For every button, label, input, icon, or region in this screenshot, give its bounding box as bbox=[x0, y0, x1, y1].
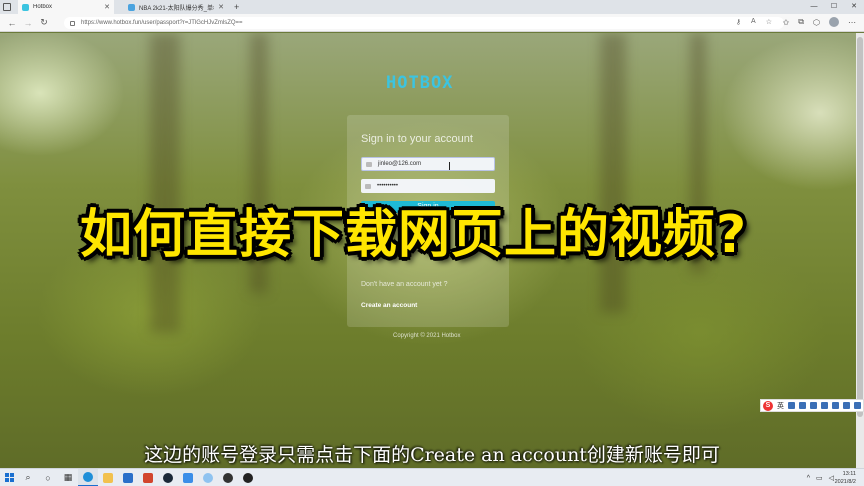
clock[interactable]: 13:11 2021/8/2 bbox=[835, 470, 856, 486]
explorer-icon[interactable] bbox=[98, 469, 118, 486]
favorites-icon[interactable]: ✩ bbox=[783, 18, 790, 27]
mail-icon[interactable] bbox=[118, 469, 138, 486]
tab-hotbox[interactable]: Hotbox ✕ bbox=[18, 0, 114, 14]
task-view-icon[interactable]: ○ bbox=[38, 469, 58, 486]
app2-icon[interactable] bbox=[238, 469, 258, 486]
powerpoint-icon[interactable] bbox=[138, 469, 158, 486]
create-account-link[interactable]: Create an account bbox=[361, 302, 417, 309]
video-subtitle: 这边的账号登录只需点击下面的Create an account创建新账号即可 bbox=[144, 444, 720, 466]
copyright-text: Copyright © 2021 Hotbox bbox=[393, 333, 461, 339]
more-icon[interactable]: ⋯ bbox=[848, 18, 856, 27]
tab-label: NBA 2k21-太阳队爆分秀_单机游 bbox=[139, 5, 214, 12]
tab-nba[interactable]: NBA 2k21-太阳队爆分秀_单机游 ✕ bbox=[124, 0, 228, 14]
mail-icon bbox=[366, 161, 372, 167]
read-aloud-icon[interactable]: A bbox=[751, 18, 756, 26]
url-input[interactable]: https://www.hotbox.fun/user/passport?r=J… bbox=[64, 17, 784, 29]
background-tree bbox=[150, 33, 180, 333]
password-field[interactable]: •••••••••• bbox=[361, 179, 495, 193]
scrollbar-thumb[interactable] bbox=[857, 37, 863, 417]
close-icon[interactable]: ✕ bbox=[104, 3, 110, 11]
system-tray: ^ ▭ ◁ bbox=[807, 469, 834, 486]
close-window-button[interactable]: ✕ bbox=[844, 0, 864, 14]
clock-time: 13:11 bbox=[842, 471, 856, 477]
store-icon[interactable] bbox=[178, 469, 198, 486]
network-icon[interactable]: ▭ bbox=[816, 474, 823, 482]
menu-grid-icon[interactable] bbox=[854, 402, 861, 409]
url-text: https://www.hotbox.fun/user/passport?r=J… bbox=[81, 20, 243, 26]
windows-icon[interactable] bbox=[0, 469, 18, 486]
window-menu-icon[interactable] bbox=[3, 3, 11, 11]
page-favicon-icon bbox=[128, 3, 135, 11]
close-icon[interactable]: ✕ bbox=[218, 3, 224, 11]
volume-icon[interactable]: ◁ bbox=[829, 474, 834, 482]
no-account-text: Don't have an account yet ? bbox=[361, 281, 448, 288]
window-controls: — ☐ ✕ bbox=[804, 0, 864, 14]
url-actions: ⚷ A ☆ bbox=[736, 18, 772, 26]
tray-chevron-icon[interactable]: ^ bbox=[807, 475, 810, 482]
background-tree bbox=[600, 33, 626, 313]
tab-label: Hotbox bbox=[33, 4, 53, 10]
app-icon[interactable] bbox=[218, 469, 238, 486]
extensions-icon[interactable]: ⬡ bbox=[813, 18, 820, 27]
password-value: •••••••••• bbox=[377, 183, 399, 189]
maximize-button[interactable]: ☐ bbox=[824, 0, 844, 14]
toolbox-icon[interactable] bbox=[843, 402, 850, 409]
collections-icon[interactable]: ⧉ bbox=[798, 17, 804, 27]
steam-icon[interactable] bbox=[158, 469, 178, 486]
taskbar: ⌕ ○ ▦ ^ ▭ ◁ 13:11 2021/8/2 bbox=[0, 468, 864, 486]
email-value: jinleo@126.com bbox=[378, 161, 422, 167]
skin-icon[interactable] bbox=[832, 402, 839, 409]
ime-toolbar: S 英 bbox=[760, 399, 864, 412]
browser-icon[interactable] bbox=[198, 469, 218, 486]
refresh-icon[interactable]: ↻ bbox=[36, 17, 52, 28]
sogou-logo-icon[interactable]: S bbox=[763, 400, 773, 411]
address-toolbar: ← → ↻ https://www.hotbox.fun/user/passpo… bbox=[0, 14, 864, 32]
overlay-title: 如何直接下载网页上的视频? bbox=[80, 205, 748, 265]
mic-icon[interactable] bbox=[810, 402, 817, 409]
tab-bar: Hotbox ✕ NBA 2k21-太阳队爆分秀_单机游 ✕ + — ☐ ✕ bbox=[0, 0, 864, 14]
minimize-button[interactable]: — bbox=[804, 0, 824, 14]
hotbox-logo[interactable]: HOTBOX bbox=[386, 73, 453, 93]
login-title: Sign in to your account bbox=[361, 133, 473, 145]
clock-date: 2021/8/2 bbox=[834, 479, 856, 485]
keyboard-icon[interactable] bbox=[821, 402, 828, 409]
profile-avatar[interactable] bbox=[829, 17, 839, 27]
email-field[interactable]: jinleo@126.com bbox=[361, 157, 495, 171]
text-cursor-icon bbox=[449, 162, 450, 170]
ime-mode[interactable]: 英 bbox=[777, 401, 784, 411]
moon-icon[interactable] bbox=[788, 402, 795, 409]
hotbox-favicon-icon bbox=[22, 3, 29, 11]
lock-icon bbox=[365, 183, 371, 189]
favorite-star-icon[interactable]: ☆ bbox=[766, 18, 772, 26]
search-icon[interactable]: ⌕ bbox=[18, 469, 38, 486]
lock-icon[interactable] bbox=[70, 20, 75, 26]
browser-tools: ✩ ⧉ ⬡ ⋯ bbox=[783, 17, 856, 27]
back-icon[interactable]: ← bbox=[4, 18, 20, 28]
edge-icon[interactable] bbox=[78, 468, 98, 486]
punctuation-icon[interactable] bbox=[799, 402, 806, 409]
forward-icon[interactable]: → bbox=[20, 18, 36, 28]
widgets-icon[interactable]: ▦ bbox=[58, 469, 78, 486]
new-tab-button[interactable]: + bbox=[234, 2, 239, 12]
key-icon[interactable]: ⚷ bbox=[736, 18, 741, 26]
